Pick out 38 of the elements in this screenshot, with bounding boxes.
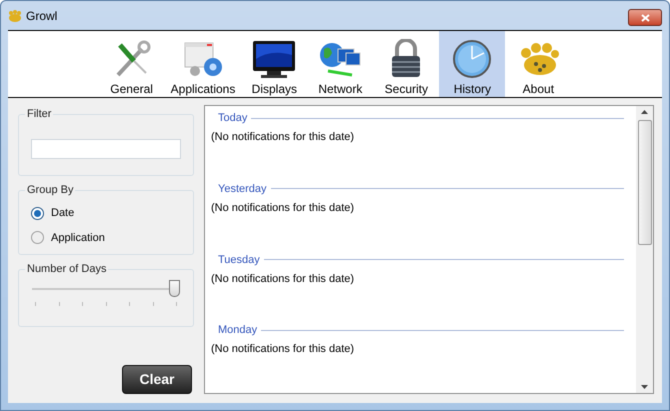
clear-button[interactable]: Clear [122, 365, 192, 394]
clock-icon [452, 39, 492, 79]
close-icon [640, 14, 650, 22]
filter-field[interactable] [31, 138, 181, 158]
toolbar-tab[interactable]: General [98, 31, 165, 97]
empty-message: (No notifications for this date) [211, 272, 356, 286]
close-button[interactable] [628, 9, 662, 26]
date-header: Today [218, 111, 248, 126]
empty-message: (No notifications for this date) [211, 200, 356, 216]
scroll-thumb[interactable] [638, 120, 652, 245]
group-title: Group By [25, 182, 76, 198]
toolbar-tab[interactable]: About [505, 31, 572, 97]
toolbar-tab[interactable]: Applications [164, 31, 242, 97]
empty-message: (No notifications for this date) [211, 130, 356, 145]
slider-tick [35, 302, 36, 306]
window-title: Growl [26, 8, 58, 24]
monitor-icon [251, 39, 298, 79]
scroll-down-icon [641, 385, 648, 389]
date-header: Yesterday [218, 182, 267, 197]
slider-tick [152, 302, 154, 306]
slider-tick [176, 302, 177, 306]
group-title: Number of Days [25, 261, 108, 278]
slider-thumb[interactable] [169, 280, 180, 297]
radio-option[interactable]: Date [31, 205, 181, 222]
toolbar-tab[interactable]: Security [373, 31, 440, 97]
date-header: Tuesday [218, 252, 260, 268]
date-header: Monday [218, 323, 258, 338]
app-icon [8, 10, 22, 22]
scroll-up-icon [641, 110, 648, 114]
empty-message: (No notifications for this date) [211, 342, 356, 358]
slider-tick [58, 302, 60, 306]
toolbar-tab[interactable]: History [439, 31, 506, 97]
scrollbar[interactable] [636, 106, 653, 393]
slider-tick [82, 302, 83, 306]
toolbar-tab[interactable]: Network [307, 31, 374, 97]
toolbar-tab[interactable]: Displays [241, 31, 308, 97]
slider-tick [129, 302, 130, 306]
radio-option[interactable]: Application [31, 230, 181, 246]
